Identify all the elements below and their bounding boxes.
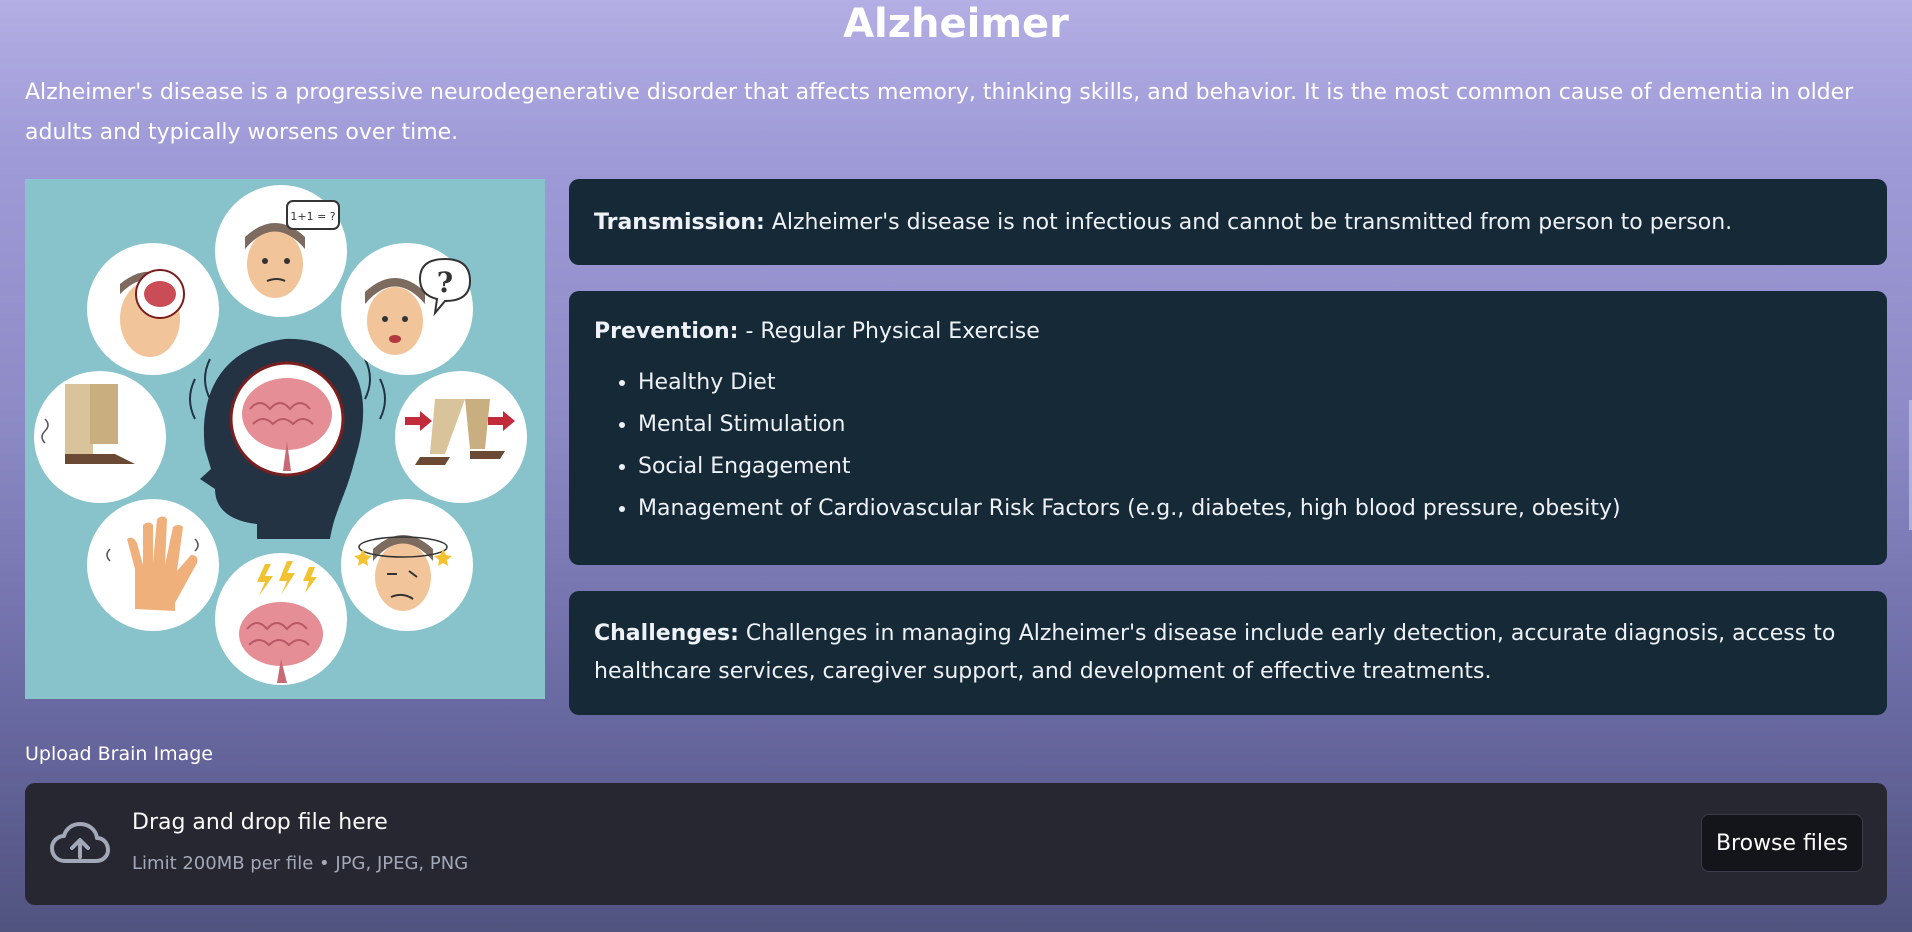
challenges-card: Challenges: Challenges in managing Alzhe… bbox=[569, 591, 1887, 715]
bubble-question-text: ? bbox=[437, 266, 453, 299]
challenges-text: Challenges in managing Alzheimer's disea… bbox=[594, 621, 1836, 684]
prevention-first-item: - Regular Physical Exercise bbox=[745, 319, 1040, 344]
alzheimer-illustration: 1+1 = ? ? bbox=[25, 179, 545, 699]
feet-circle-left bbox=[34, 371, 166, 503]
drop-limit: Limit 200MB per file • JPG, JPEG, PNG bbox=[132, 853, 469, 874]
surprised-man-question-circle: ? bbox=[341, 243, 473, 375]
dizzy-man-circle bbox=[341, 499, 473, 631]
brain-lightning-circle bbox=[215, 553, 347, 685]
upload-label: Upload Brain Image bbox=[25, 743, 213, 765]
walking-feet-circle bbox=[395, 371, 527, 503]
prevention-list: Healthy Diet Mental Stimulation Social E… bbox=[594, 362, 1862, 530]
prevention-label: Prevention: bbox=[594, 319, 739, 344]
list-item: Social Engagement bbox=[638, 446, 1862, 488]
cloud-upload-icon bbox=[50, 822, 110, 863]
challenges-label: Challenges: bbox=[594, 621, 739, 646]
head-silhouette-icon bbox=[189, 338, 386, 539]
transmission-label: Transmission: bbox=[594, 209, 765, 235]
drop-title: Drag and drop file here bbox=[132, 810, 388, 835]
page-title: Alzheimer bbox=[843, 1, 1069, 47]
browse-files-button[interactable]: Browse files bbox=[1701, 814, 1863, 872]
confused-man-math-circle: 1+1 = ? bbox=[215, 185, 347, 317]
list-item: Healthy Diet bbox=[638, 362, 1862, 404]
prevention-card: Prevention: - Regular Physical Exercise … bbox=[569, 291, 1887, 565]
list-item: Mental Stimulation bbox=[638, 404, 1862, 446]
intro-paragraph: Alzheimer's disease is a progressive neu… bbox=[25, 80, 1854, 145]
transmission-text: Alzheimer's disease is not infectious an… bbox=[771, 209, 1733, 235]
head-brain-circle bbox=[87, 243, 219, 375]
list-item: Management of Cardiovascular Risk Factor… bbox=[638, 488, 1862, 530]
file-dropzone[interactable]: Drag and drop file here Limit 200MB per … bbox=[25, 783, 1887, 905]
transmission-card: Transmission: Alzheimer's disease is not… bbox=[569, 179, 1887, 265]
bubble-math-text: 1+1 = ? bbox=[290, 210, 335, 223]
shaking-hand-circle bbox=[87, 499, 219, 631]
